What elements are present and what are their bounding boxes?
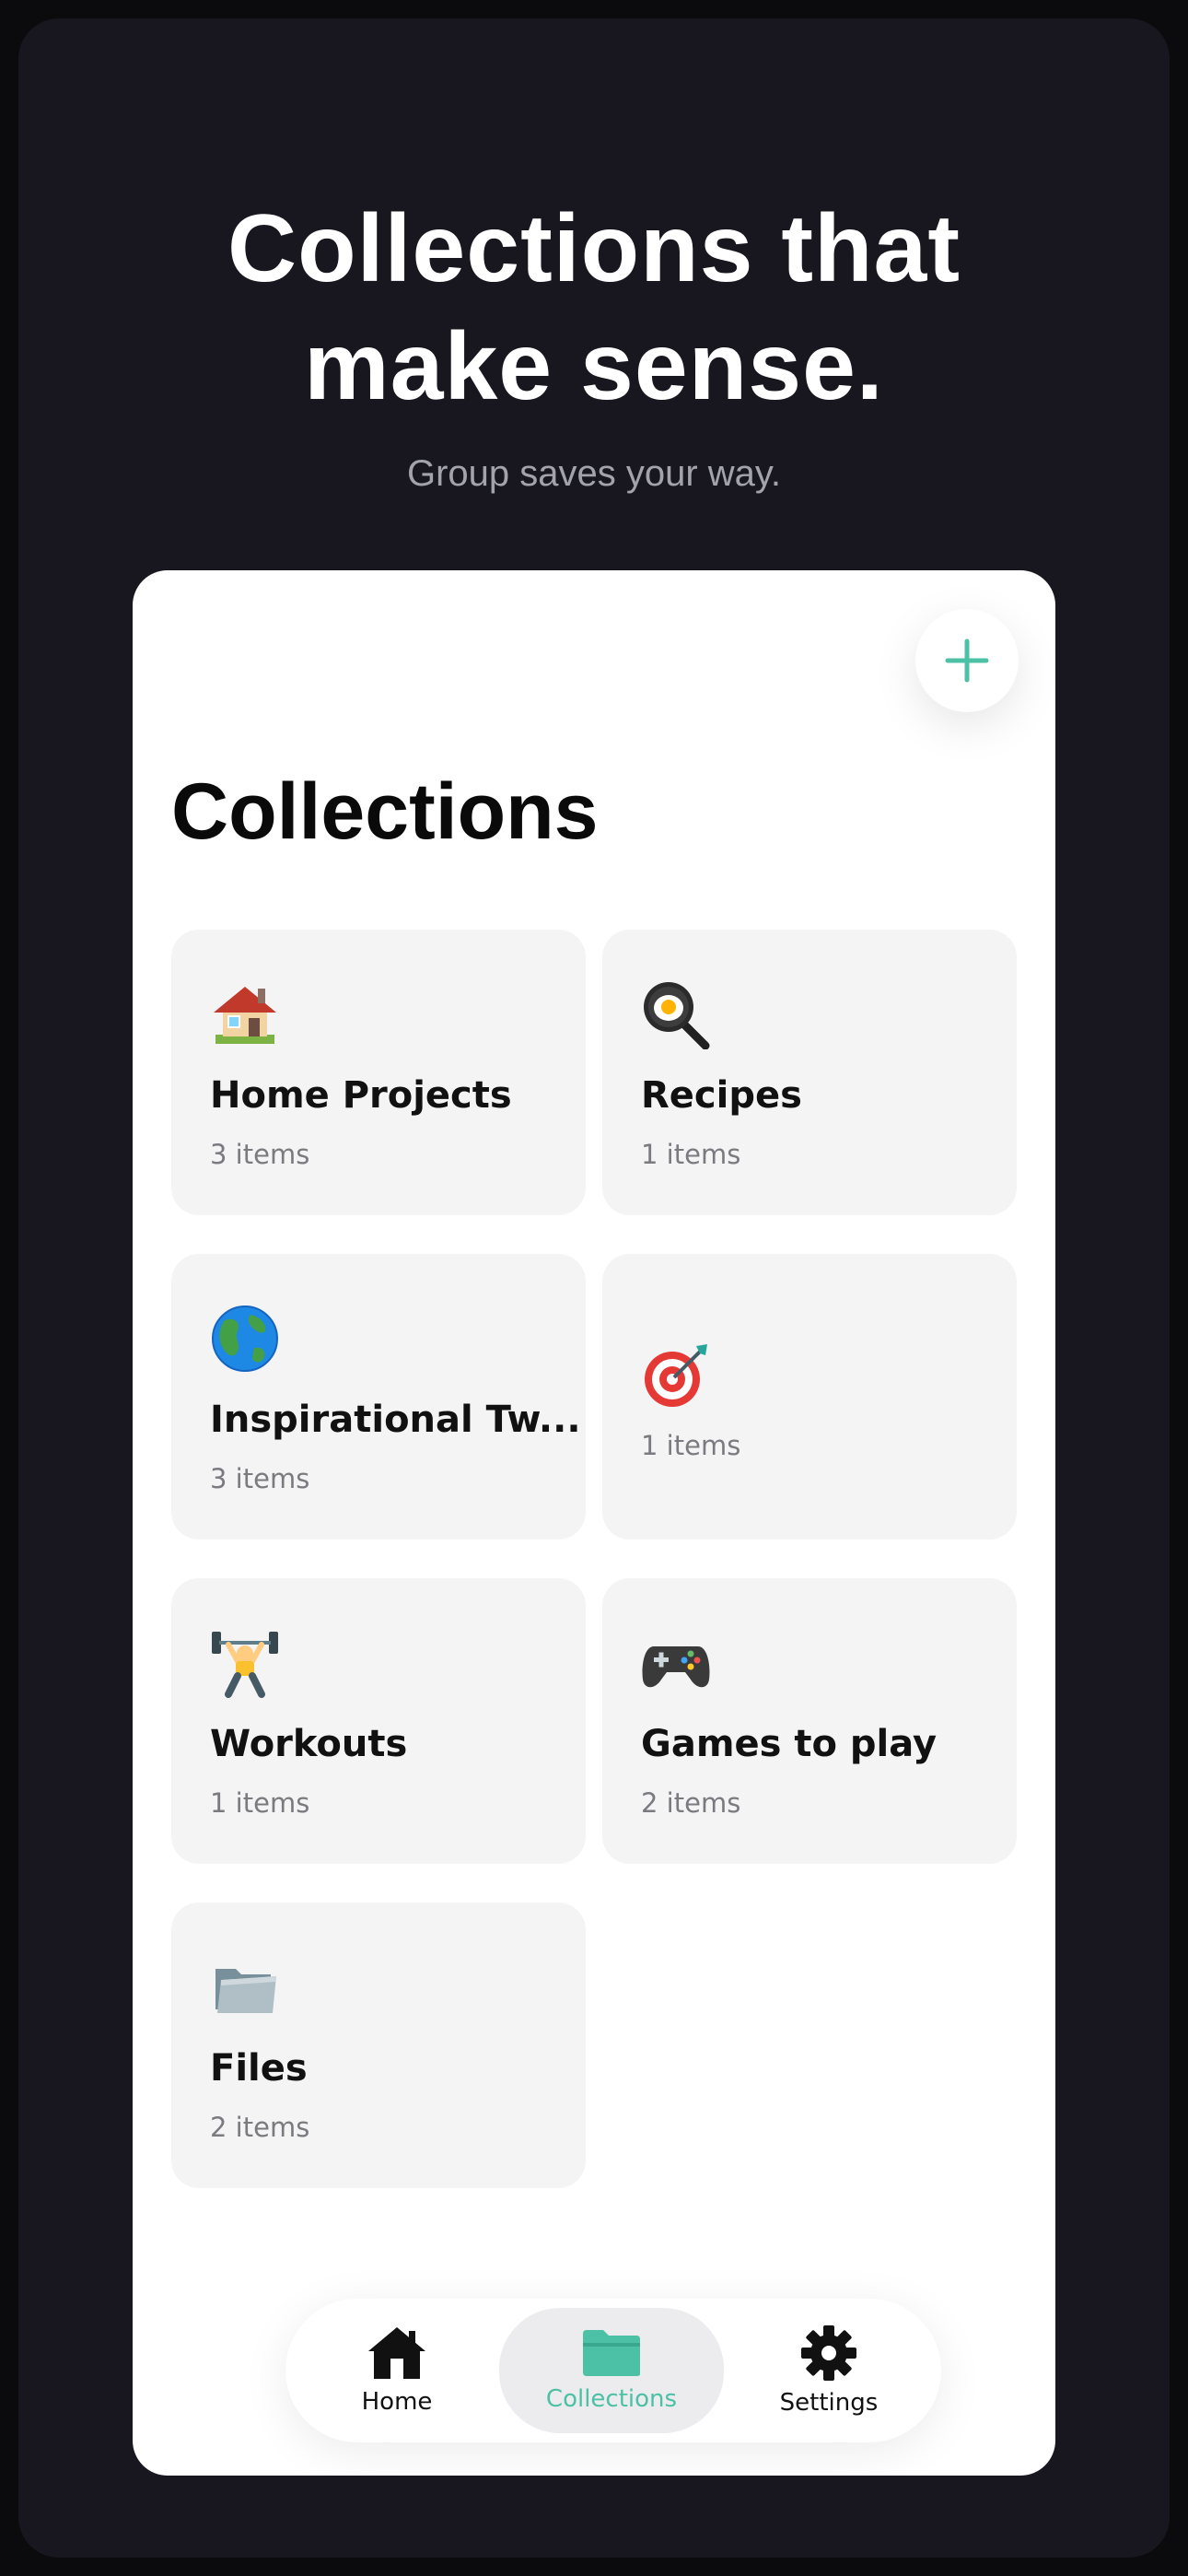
- house-icon: [368, 2327, 425, 2379]
- tab-label: Settings: [779, 2389, 879, 2417]
- collection-name: Home Projects: [210, 1074, 512, 1117]
- tab-settings[interactable]: Settings: [746, 2299, 912, 2442]
- collection-card-workouts[interactable]: Workouts 1 items: [171, 1578, 586, 1864]
- plus-icon: [945, 638, 989, 683]
- collection-count: 2 items: [641, 1787, 741, 1819]
- tab-collections[interactable]: Collections: [499, 2308, 724, 2433]
- collection-name: Inspirational Tw...: [210, 1399, 581, 1441]
- add-collection-button[interactable]: [915, 609, 1019, 712]
- collection-name: Recipes: [641, 1074, 802, 1117]
- folder-icon: [583, 2330, 640, 2376]
- collection-card-inspirational[interactable]: Inspirational Tw... 3 items: [171, 1254, 586, 1540]
- collection-count: 1 items: [210, 1787, 310, 1819]
- video-game-icon: [642, 1646, 710, 1688]
- collection-card-files[interactable]: Files 2 items: [171, 1903, 586, 2188]
- collection-count: 1 items: [641, 1139, 741, 1170]
- hero-title-line-1: Collections that: [227, 195, 961, 302]
- collection-card-untitled[interactable]: 1 items: [602, 1254, 1017, 1540]
- collection-name: Files: [210, 2047, 308, 2090]
- house-icon: [214, 987, 276, 1044]
- tab-home[interactable]: Home: [319, 2299, 475, 2442]
- collection-card-recipes[interactable]: Recipes 1 items: [602, 930, 1017, 1215]
- collection-count: 1 items: [641, 1430, 741, 1461]
- tab-bar: Home Collections Settings: [285, 2299, 941, 2442]
- weightlifter-icon: [212, 1632, 278, 1698]
- hero-subtitle: Group saves your way.: [406, 453, 782, 494]
- globe-icon: [212, 1306, 278, 1372]
- collection-name: Workouts: [210, 1723, 408, 1765]
- tab-label: Collections: [545, 2385, 678, 2413]
- collection-name: Games to play: [641, 1723, 938, 1765]
- collection-card-home-projects[interactable]: Home Projects 3 items: [171, 930, 586, 1215]
- page-title: Collections: [171, 767, 599, 856]
- file-folder-icon: [215, 1969, 276, 2013]
- hero-title: Collections that make sense.: [18, 190, 1170, 426]
- direct-hit-icon: [645, 1344, 707, 1407]
- app-screen: Collections Home Projects 3 items Recipe…: [133, 570, 1055, 2476]
- collection-count: 3 items: [210, 1463, 310, 1494]
- collection-card-games[interactable]: Games to play 2 items: [602, 1578, 1017, 1864]
- cooking-icon: [644, 982, 710, 1049]
- collection-count: 3 items: [210, 1139, 310, 1170]
- promo-frame: Collections that make sense. Group saves…: [18, 18, 1170, 2558]
- collection-count: 2 items: [210, 2112, 310, 2143]
- hero-title-line-2: make sense.: [304, 313, 884, 420]
- tab-label: Home: [361, 2388, 433, 2416]
- gear-icon: [801, 2325, 856, 2381]
